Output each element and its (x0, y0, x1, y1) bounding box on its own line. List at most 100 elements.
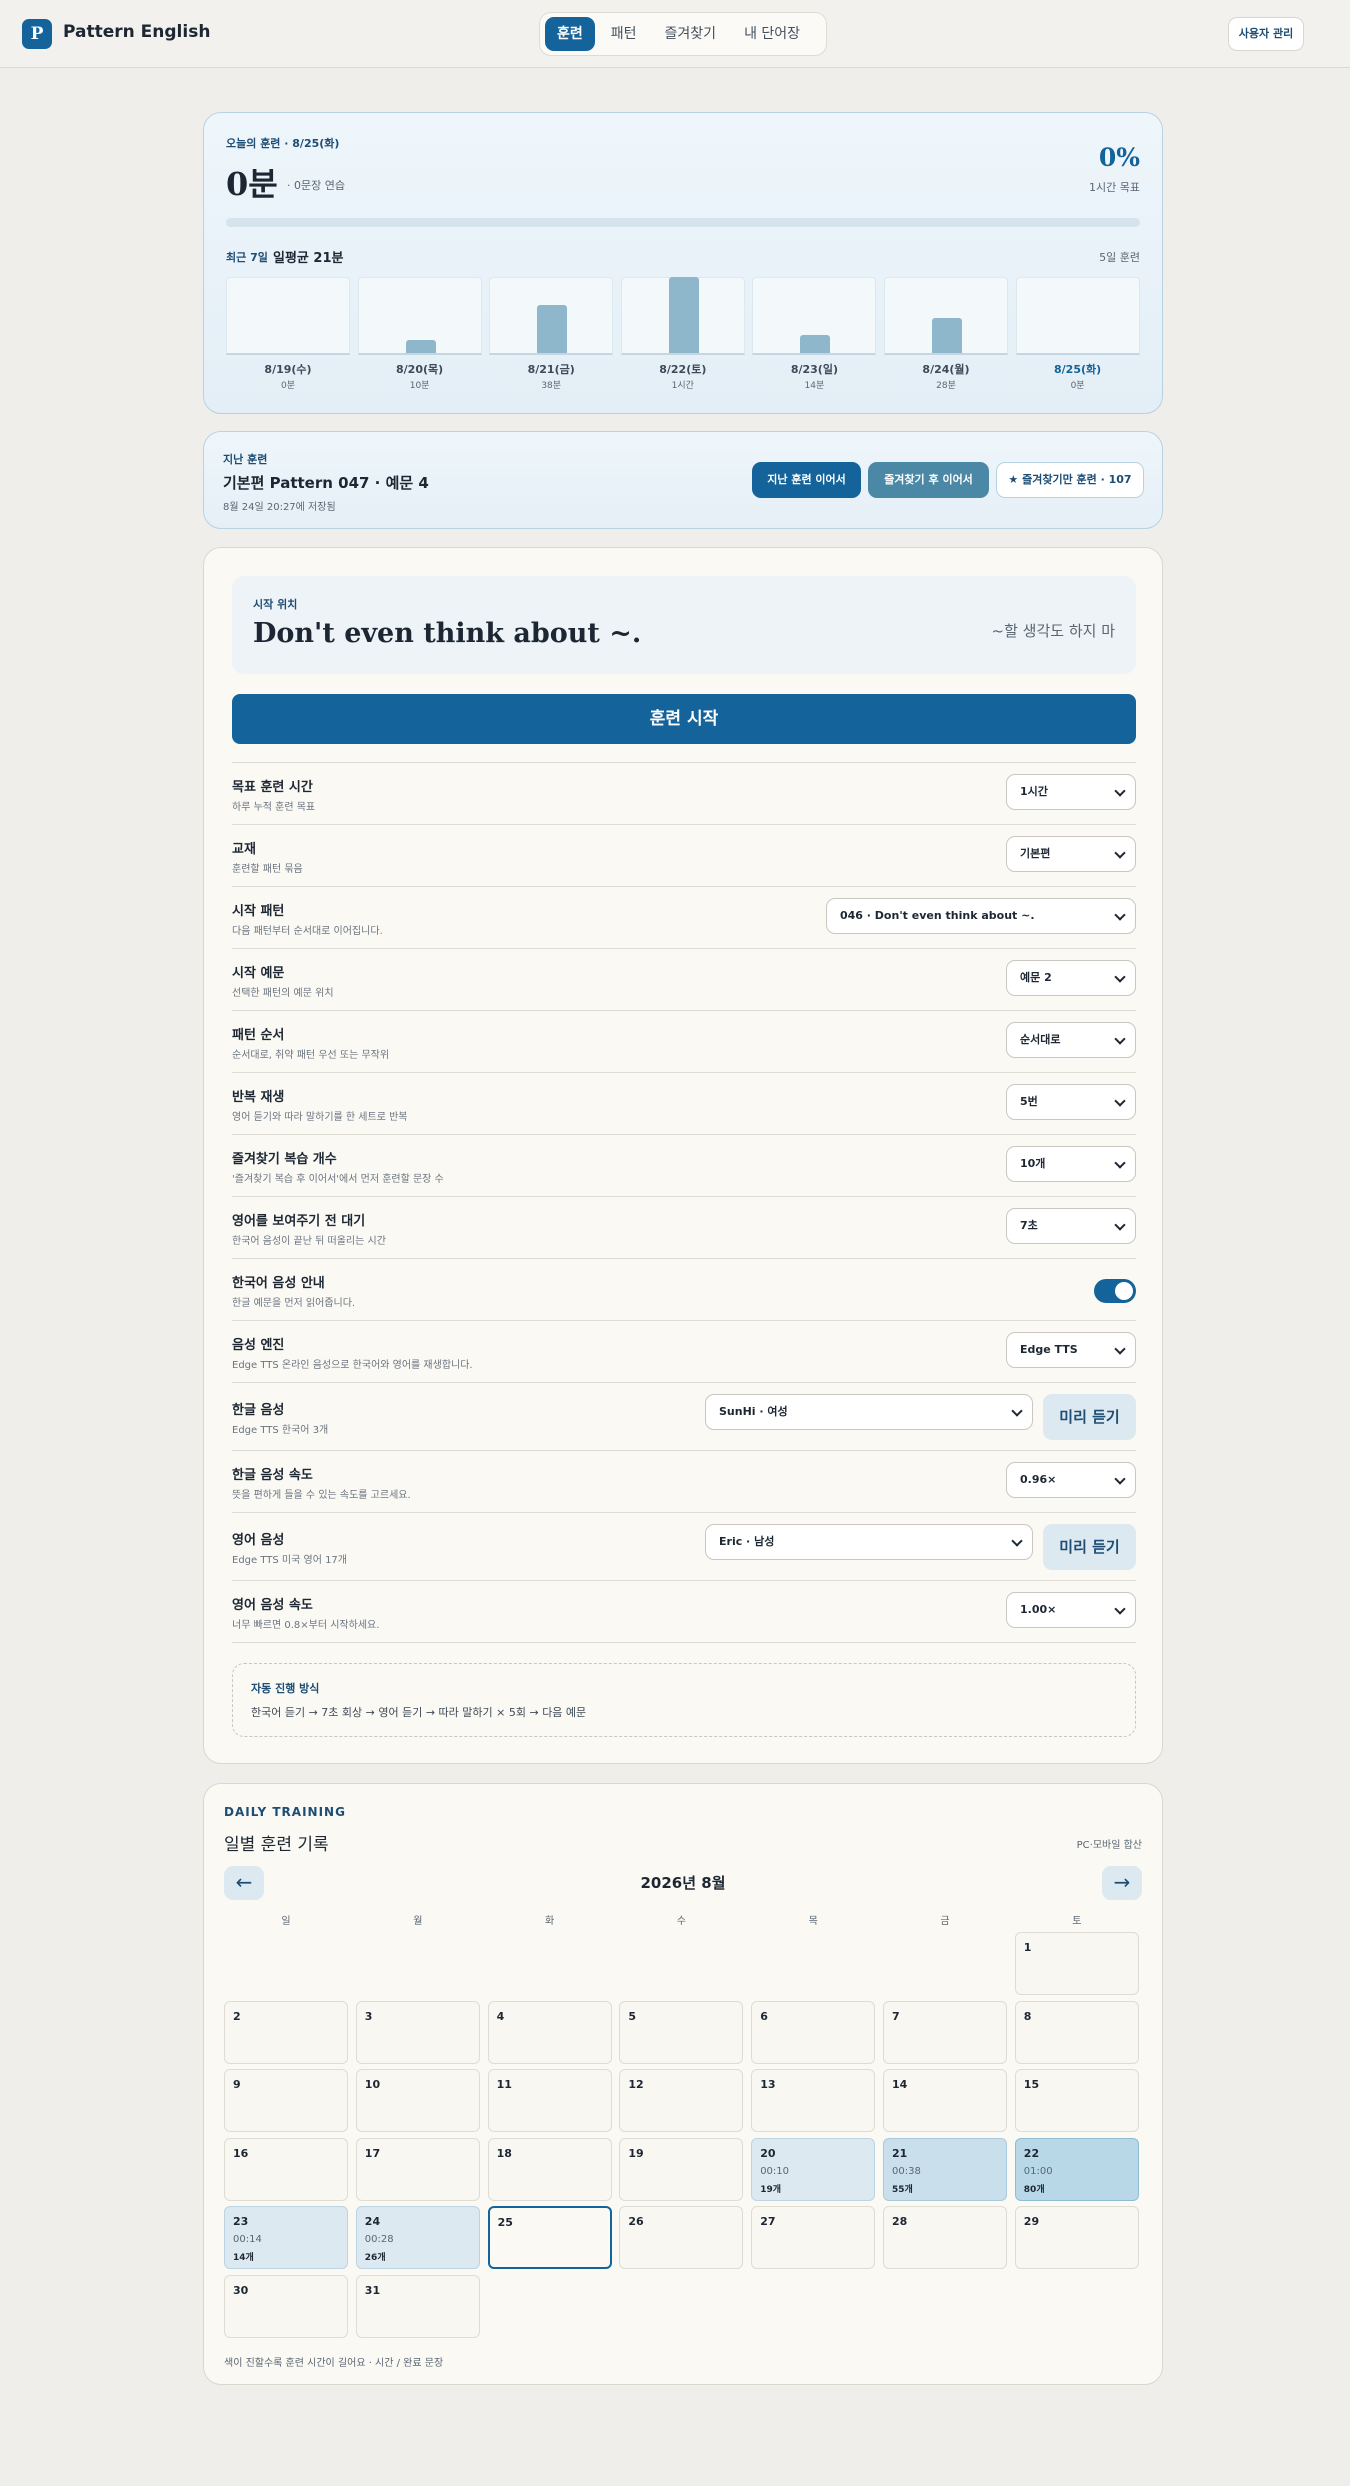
pattern-order-select[interactable]: 순서대로 (1006, 1022, 1136, 1058)
day-number: 20 (760, 2146, 776, 2160)
setting-favorite-review-count: 즐겨찾기 복습 개수 '즐겨찾기 복습 후 이어서'에서 먼저 훈련할 문장 수… (232, 1134, 1136, 1196)
day-number: 27 (760, 2215, 776, 2229)
bar-value-label: 0분 (1070, 381, 1085, 391)
day-time: 00:38 (892, 2165, 921, 2177)
continue-last-button[interactable]: 지난 훈련 이어서 (752, 462, 861, 498)
calendar-day[interactable]: 16 (224, 2137, 348, 2201)
logo-icon[interactable]: P (22, 19, 52, 49)
wait-time-select[interactable]: 7초 (1006, 1208, 1136, 1244)
calendar-day[interactable]: 3 (355, 2000, 480, 2064)
setting-english-voice-speed: 영어 음성 속도 너무 빠르면 0.8×부터 시작하세요. 1.00× (232, 1580, 1136, 1643)
calendar-day[interactable]: 22 01:00 80개 (1014, 2137, 1139, 2201)
english-voice-select[interactable]: Eric · 남성 (705, 1524, 1033, 1560)
goal-time-select[interactable]: 1시간 (1006, 774, 1136, 810)
training-settings-card: 시작 위치 Don't even think about ~. ~할 생각도 하… (203, 547, 1163, 1764)
favorite-review-count-select[interactable]: 10개 (1006, 1146, 1136, 1182)
day-time: 00:10 (760, 2165, 790, 2177)
calendar-day[interactable]: 18 (487, 2137, 612, 2201)
calendar-day[interactable]: 11 (487, 2069, 612, 2133)
calendar-day[interactable]: 1 (1014, 1932, 1139, 1995)
voice-engine-select[interactable]: Edge TTS (1006, 1332, 1136, 1368)
next-month-arrow-icon[interactable]: → (1102, 1866, 1142, 1900)
day-number: 14 (892, 2078, 908, 2092)
korean-voice-select[interactable]: SunHi · 여성 (705, 1394, 1033, 1430)
day-count: 14개 (233, 2253, 254, 2264)
calendar-day[interactable]: 29 (1014, 2206, 1139, 2270)
day-count: 19개 (760, 2184, 781, 2195)
calendar-day[interactable]: 17 (355, 2137, 480, 2201)
textbook-select[interactable]: 기본편 (1006, 836, 1136, 872)
calendar-day[interactable]: 5 (619, 2000, 744, 2064)
day-time: 00:14 (233, 2234, 262, 2246)
start-training-button[interactable]: 훈련 시작 (232, 694, 1136, 744)
korean-voice-speed-select[interactable]: 0.96× (1006, 1462, 1136, 1498)
calendar-day[interactable]: 21 00:38 55개 (883, 2137, 1007, 2201)
day-bar (668, 277, 699, 353)
user-admin-button[interactable]: 사용자 관리 (1228, 17, 1304, 51)
favorites-only-button[interactable]: ★ 즐겨찾기만 훈련 · 107 (996, 462, 1144, 498)
korean-voice-toggle[interactable] (1094, 1279, 1136, 1303)
weekday-label: 토 (1072, 1916, 1082, 1927)
today-sentences: · 0문장 연습 (287, 179, 345, 192)
day-bar (932, 318, 962, 353)
favorites-then-continue-button[interactable]: 즐겨찾기 후 이어서 (868, 462, 989, 498)
setting-pattern-order: 패턴 순서 순서대로, 취약 패턴 우선 또는 무작위 순서대로 (232, 1010, 1136, 1072)
main-nav: 훈련 패턴 즐겨찾기 내 단어장 (539, 12, 827, 56)
calendar-day[interactable]: 14 (883, 2069, 1007, 2133)
bar-value-label: 38분 (541, 381, 562, 391)
calendar-day[interactable]: 8 (1014, 2000, 1139, 2064)
app-name[interactable]: Pattern English (63, 22, 210, 42)
calendar-day[interactable]: 2 (224, 2000, 348, 2064)
bar-value-label: 14분 (804, 381, 825, 391)
calendar-day[interactable]: 26 (619, 2206, 744, 2270)
today-percent: 0% (1098, 143, 1140, 172)
calendar-day[interactable]: 25 (487, 2206, 612, 2270)
calendar-day[interactable]: 15 (1014, 2069, 1139, 2133)
korean-voice-preview-button[interactable]: 미리 듣기 (1043, 1394, 1136, 1440)
calendar-day[interactable]: 23 00:14 14개 (224, 2206, 348, 2270)
calendar-day[interactable]: 10 (355, 2069, 480, 2133)
calendar-day[interactable]: 7 (883, 2000, 1007, 2064)
tab-patterns[interactable]: 패턴 (599, 17, 649, 51)
bar-date-label: 8/25(화) (1054, 363, 1102, 376)
calendar-day[interactable]: 4 (487, 2000, 612, 2064)
today-progress-bar (226, 218, 1140, 227)
tab-vocabulary[interactable]: 내 단어장 (732, 17, 812, 51)
calendar-day[interactable]: 12 (619, 2069, 744, 2133)
bar-track (357, 277, 482, 355)
calendar-day[interactable]: 28 (883, 2206, 1007, 2270)
calendar-day[interactable]: 30 (224, 2275, 348, 2338)
english-voice-preview-button[interactable]: 미리 듣기 (1043, 1524, 1136, 1570)
calendar-day[interactable]: 31 (355, 2275, 480, 2338)
day-bar-column: 8/25(화) 0분 (1015, 277, 1140, 393)
calendar-day[interactable]: 9 (224, 2069, 348, 2133)
english-voice-speed-select[interactable]: 1.00× (1006, 1592, 1136, 1628)
today-kicker: 오늘의 훈련 · 8/25(화) (226, 137, 340, 150)
day-number: 1 (1023, 1941, 1032, 1954)
day-number: 6 (760, 2009, 768, 2023)
prev-month-arrow-icon[interactable]: ← (224, 1866, 264, 1900)
calendar-day[interactable]: 20 00:10 19개 (751, 2137, 876, 2201)
day-number: 21 (892, 2146, 908, 2160)
week-average: 일평균 21분 (273, 251, 344, 266)
start-pattern-select[interactable]: 046 · Don't even think about ~. (826, 898, 1136, 934)
weekday-label: 화 (544, 1916, 555, 1927)
setting-desc: 한글 예문을 먼저 읽어줍니다. (232, 1298, 356, 1309)
tab-favorites[interactable]: 즐겨찾기 (653, 17, 729, 51)
calendar-day[interactable]: 6 (751, 2000, 876, 2064)
repeat-select[interactable]: 5번 (1006, 1084, 1136, 1120)
start-example-select[interactable]: 예문 2 (1006, 960, 1136, 996)
day-number: 30 (233, 2284, 249, 2297)
start-pattern-korean: ~할 생각도 하지 마 (991, 622, 1115, 640)
day-number: 31 (364, 2284, 381, 2297)
tab-training[interactable]: 훈련 (545, 17, 595, 51)
calendar-day[interactable]: 24 00:28 26개 (355, 2206, 480, 2270)
setting-label: 한글 음성 (232, 1403, 285, 1418)
day-bar (800, 335, 831, 353)
calendar-day[interactable]: 19 (619, 2137, 744, 2201)
calendar-day[interactable]: 13 (751, 2069, 876, 2133)
top-bar: P Pattern English 훈련 패턴 즐겨찾기 내 단어장 사용자 관… (0, 0, 1350, 68)
bar-track (620, 277, 745, 355)
calendar-day[interactable]: 27 (751, 2206, 876, 2270)
weekday-label: 수 (676, 1916, 686, 1927)
